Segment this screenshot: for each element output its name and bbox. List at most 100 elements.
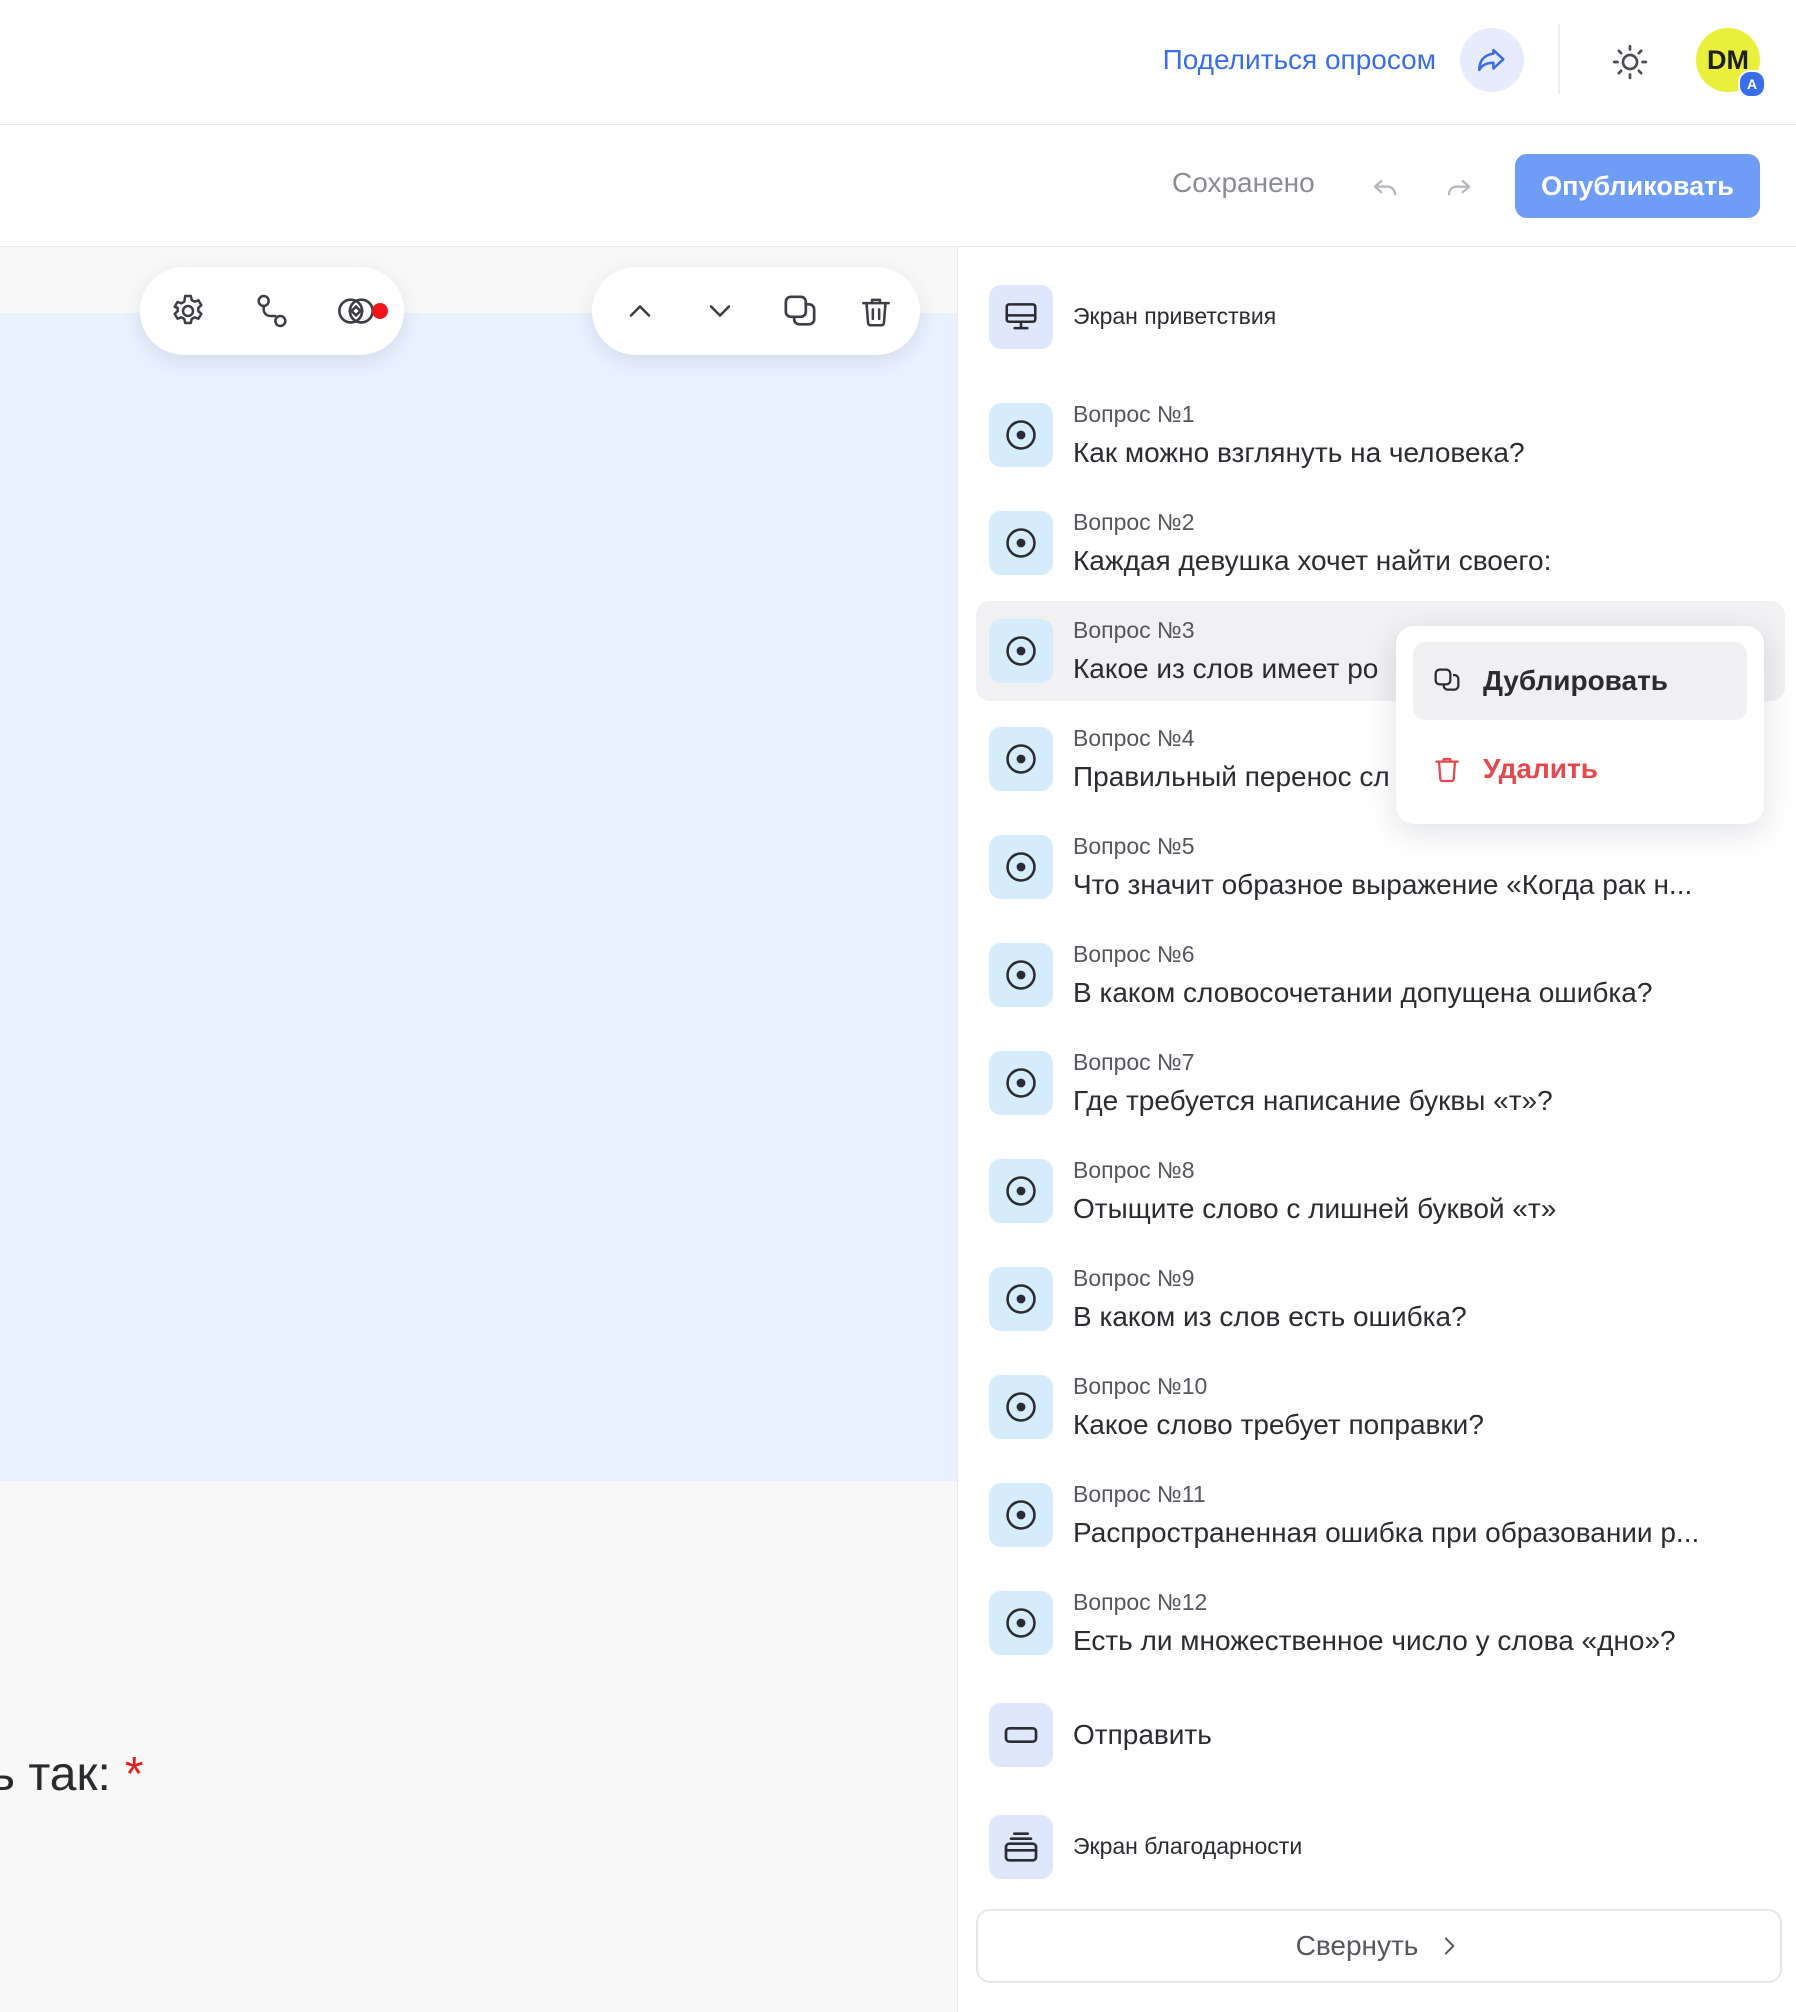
- question-number: Вопрос №5: [1073, 833, 1195, 859]
- question-number: Вопрос №1: [1073, 401, 1195, 427]
- question-item-8[interactable]: Вопрос №8 Отыщите слово с лишней буквой …: [976, 1141, 1785, 1241]
- chevron-down-icon: [702, 293, 738, 329]
- radio-question-icon: [989, 943, 1053, 1007]
- question-number: Вопрос №3: [1073, 617, 1195, 643]
- question-title: Что значит образное выражение «Когда рак…: [1073, 869, 1693, 900]
- question-number: Вопрос №8: [1073, 1157, 1195, 1183]
- chevron-right-icon: [1436, 1933, 1462, 1959]
- question-number: Вопрос №10: [1073, 1373, 1208, 1399]
- share-button[interactable]: [1460, 28, 1524, 92]
- question-tools-group: [140, 267, 404, 355]
- editor-canvas: ь так: *: [0, 247, 958, 2012]
- question-number: Вопрос №4: [1073, 725, 1195, 751]
- question-title: Каждая девушка хочет найти своего:: [1073, 545, 1552, 576]
- delete-menu-item[interactable]: Удалить: [1413, 730, 1747, 808]
- move-up-button[interactable]: [612, 283, 668, 339]
- button-shape-icon: [989, 1703, 1053, 1767]
- layers-eye-icon: [335, 290, 377, 332]
- submit-label: Отправить: [1073, 1719, 1212, 1750]
- trash-icon: [857, 292, 895, 330]
- question-order-group: [592, 267, 920, 355]
- question-title: Отыщите слово с лишней буквой «т»: [1073, 1193, 1557, 1224]
- required-mark: *: [124, 1748, 144, 1801]
- thanks-screen-label: Экран благодарности: [1073, 1833, 1303, 1859]
- duplicate-menu-item[interactable]: Дублировать: [1413, 642, 1747, 720]
- radio-question-icon: [989, 511, 1053, 575]
- radio-question-icon: [989, 403, 1053, 467]
- question-number: Вопрос №11: [1073, 1481, 1206, 1507]
- question-title: Распространенная ошибка при образовании …: [1073, 1517, 1700, 1548]
- question-title: Какое слово требует поправки?: [1073, 1409, 1484, 1440]
- welcome-screen-label: Экран приветствия: [1073, 303, 1277, 329]
- gear-icon: [168, 291, 208, 331]
- collapse-label: Свернуть: [1295, 1930, 1419, 1961]
- radio-question-icon: [989, 1159, 1053, 1223]
- questions-panel: Экран приветствия Вопрос №1 Как можно вз…: [958, 247, 1796, 2012]
- question-text-fragment[interactable]: ь так: *: [0, 1747, 144, 1802]
- question-title: В каком словосочетании допущена ошибка?: [1073, 977, 1653, 1008]
- delete-question-button[interactable]: [848, 283, 904, 339]
- question-slide-preview: [0, 313, 957, 1481]
- welcome-screen-item[interactable]: Экран приветствия: [976, 277, 1785, 357]
- radio-question-icon: [989, 1375, 1053, 1439]
- sun-icon: [1610, 42, 1650, 82]
- theme-toggle-button[interactable]: [1604, 36, 1656, 88]
- editor-toolbar: Сохранено Опубликовать: [0, 125, 1796, 247]
- question-title: Есть ли множественное число у слова «дно…: [1073, 1625, 1676, 1656]
- radio-question-icon: [989, 727, 1053, 791]
- duplicate-question-button[interactable]: [772, 283, 828, 339]
- delete-label: Удалить: [1483, 753, 1598, 784]
- radio-question-icon: [989, 1591, 1053, 1655]
- thanks-screen-icon: [989, 1815, 1053, 1879]
- undo-icon: [1370, 171, 1400, 201]
- radio-question-icon: [989, 1483, 1053, 1547]
- submit-button-item[interactable]: Отправить: [976, 1695, 1785, 1775]
- copy-icon: [780, 291, 820, 331]
- question-item-9[interactable]: Вопрос №9 В каком из слов есть ошибка?: [976, 1249, 1785, 1349]
- question-item-5[interactable]: Вопрос №5 Что значит образное выражение …: [976, 817, 1785, 917]
- share-survey-link[interactable]: Поделиться опросом: [1163, 40, 1436, 80]
- question-number: Вопрос №7: [1073, 1049, 1195, 1075]
- publish-button[interactable]: Опубликовать: [1515, 154, 1760, 218]
- question-item-11[interactable]: Вопрос №11 Распространенная ошибка при о…: [976, 1465, 1785, 1565]
- monitor-icon: [989, 285, 1053, 349]
- radio-question-icon: [989, 619, 1053, 683]
- save-status: Сохранено: [1172, 167, 1315, 198]
- notification-dot: [372, 303, 388, 319]
- question-logic-button[interactable]: [244, 283, 300, 339]
- radio-question-icon: [989, 835, 1053, 899]
- top-header: Поделиться опросом DM A: [0, 0, 1796, 125]
- question-item-2[interactable]: Вопрос №2 Каждая девушка хочет найти сво…: [976, 493, 1785, 593]
- trash-icon: [1431, 753, 1463, 785]
- question-number: Вопрос №6: [1073, 941, 1195, 967]
- question-context-menu: Дублировать Удалить: [1396, 626, 1764, 824]
- thanks-screen-item[interactable]: Экран благодарности: [976, 1807, 1785, 1887]
- redo-button[interactable]: [1428, 155, 1490, 217]
- question-item-12[interactable]: Вопрос №12 Есть ли множественное число у…: [976, 1573, 1785, 1673]
- question-number: Вопрос №12: [1073, 1589, 1208, 1615]
- question-title: Где требуется написание буквы «т»?: [1073, 1085, 1553, 1116]
- question-title: В каком из слов есть ошибка?: [1073, 1301, 1467, 1332]
- collapse-button[interactable]: Свернуть: [976, 1909, 1782, 1983]
- share-arrow-icon: [1475, 43, 1509, 77]
- question-text: ь так:: [0, 1748, 111, 1801]
- move-down-button[interactable]: [692, 283, 748, 339]
- redo-icon: [1444, 171, 1474, 201]
- copy-icon: [1431, 665, 1463, 697]
- undo-button[interactable]: [1354, 155, 1416, 217]
- question-number: Вопрос №9: [1073, 1265, 1195, 1291]
- question-item-6[interactable]: Вопрос №6 В каком словосочетании допущен…: [976, 925, 1785, 1025]
- question-item-7[interactable]: Вопрос №7 Где требуется написание буквы …: [976, 1033, 1785, 1133]
- question-item-1[interactable]: Вопрос №1 Как можно взглянуть на человек…: [976, 385, 1785, 485]
- header-divider: [1558, 24, 1560, 94]
- chevron-up-icon: [622, 293, 658, 329]
- question-number: Вопрос №2: [1073, 509, 1195, 535]
- question-title: Как можно взглянуть на человека?: [1073, 437, 1525, 468]
- question-item-10[interactable]: Вопрос №10 Какое слово требует поправки?: [976, 1357, 1785, 1457]
- question-settings-button[interactable]: [160, 283, 216, 339]
- logic-branch-icon: [252, 291, 292, 331]
- radio-question-icon: [989, 1267, 1053, 1331]
- radio-question-icon: [989, 1051, 1053, 1115]
- avatar-badge: A: [1738, 70, 1766, 98]
- duplicate-label: Дублировать: [1483, 665, 1669, 696]
